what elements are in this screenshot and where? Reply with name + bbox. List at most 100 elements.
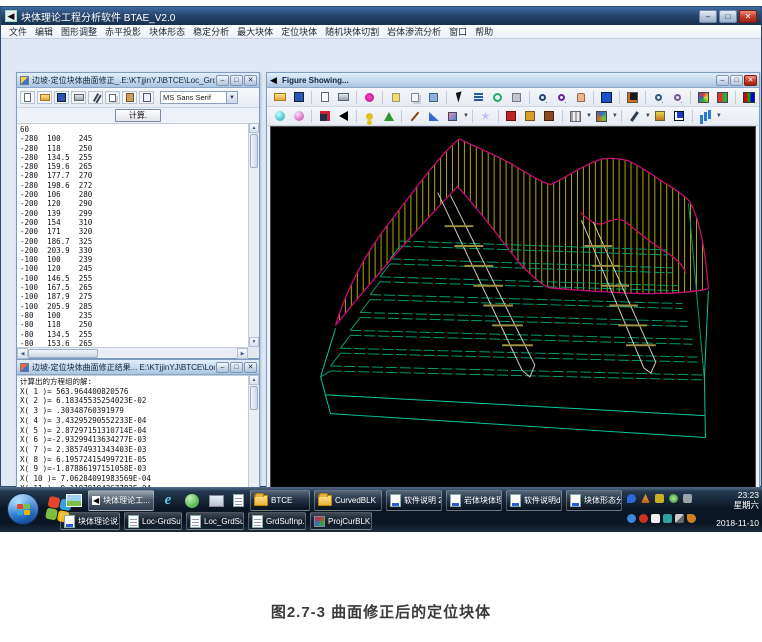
fill-icon[interactable] bbox=[652, 109, 669, 124]
zoom-dynamic-icon[interactable] bbox=[553, 90, 570, 105]
graphics-tray-icon[interactable] bbox=[641, 494, 650, 503]
scroll-down-icon[interactable]: ▼ bbox=[249, 337, 259, 347]
pattern-icon[interactable] bbox=[593, 109, 610, 124]
panel-icon[interactable] bbox=[425, 90, 442, 105]
copy-icon[interactable] bbox=[105, 91, 120, 104]
scroll-up-icon[interactable]: ▲ bbox=[249, 375, 259, 385]
scroll-right-icon[interactable]: ▶ bbox=[237, 348, 248, 359]
task-doc-4[interactable]: 块体形态分... bbox=[566, 490, 622, 511]
zoom-out-icon[interactable] bbox=[669, 90, 686, 105]
blue-doc-icon[interactable] bbox=[671, 109, 688, 124]
security-shield-icon[interactable] bbox=[627, 494, 636, 503]
rgb-icon[interactable] bbox=[740, 90, 757, 105]
results-text-area[interactable]: 计算出的方程组的解: X( 1 )= 563.964400820576 X( 2… bbox=[17, 375, 248, 504]
box-gold-icon[interactable] bbox=[522, 109, 539, 124]
results-titlebar[interactable]: 边坡-定位块体曲面修正结果... E:\KTjjinYJ\BTCE\Loc_Gr… bbox=[17, 360, 259, 375]
zoom-window-icon[interactable] bbox=[534, 90, 551, 105]
grid-icon[interactable] bbox=[567, 109, 584, 124]
pattern-dropdown-icon[interactable]: ▼ bbox=[612, 113, 618, 119]
editor-maximize-button[interactable]: □ bbox=[230, 75, 243, 86]
main-titlebar[interactable]: ◀ 块体理论工程分析软件 BTAE_V2.0 – □ ✕ bbox=[1, 7, 761, 25]
ie-icon[interactable]: e bbox=[158, 491, 178, 510]
editor-minimize-button[interactable]: – bbox=[216, 75, 229, 86]
menu-edit[interactable]: 编辑 bbox=[31, 25, 57, 38]
open-icon[interactable] bbox=[271, 90, 288, 105]
update-tray-icon[interactable] bbox=[627, 514, 636, 523]
menu-stereographic[interactable]: 赤平投影 bbox=[101, 25, 145, 38]
close-button[interactable]: ✕ bbox=[739, 10, 757, 23]
brush-icon[interactable] bbox=[626, 109, 643, 124]
display-tray-icon[interactable] bbox=[683, 494, 692, 503]
volume-icon[interactable] bbox=[655, 494, 664, 503]
figure-minimize-button[interactable]: – bbox=[716, 75, 729, 86]
select-arrow-icon[interactable] bbox=[451, 90, 468, 105]
clock-date[interactable]: 2018-11-10 bbox=[695, 518, 759, 528]
person-icon[interactable] bbox=[361, 109, 378, 124]
copy-page-icon[interactable] bbox=[387, 90, 404, 105]
cut-icon[interactable] bbox=[88, 91, 103, 104]
figure-canvas[interactable] bbox=[270, 126, 756, 497]
editor-hscrollbar[interactable]: ◀ ▶ bbox=[17, 347, 248, 358]
pan-icon[interactable] bbox=[470, 90, 487, 105]
font-icon[interactable] bbox=[139, 91, 154, 104]
task-doc-2[interactable]: 岩体块体理... bbox=[446, 490, 502, 511]
calculate-button[interactable]: 计算. bbox=[115, 109, 161, 122]
minimize-button[interactable]: – bbox=[699, 10, 717, 23]
open-file-icon[interactable] bbox=[37, 91, 52, 104]
coin-tray-icon[interactable] bbox=[669, 494, 678, 503]
scroll-left-icon[interactable]: ◀ bbox=[17, 348, 28, 359]
task-folder-btce[interactable]: BTCE bbox=[250, 490, 310, 511]
menu-window[interactable]: 窗口 bbox=[445, 25, 471, 38]
figure-maximize-button[interactable]: □ bbox=[730, 75, 743, 86]
menu-random-block-cut[interactable]: 随机块体切割 bbox=[321, 25, 383, 38]
paint-icon[interactable] bbox=[444, 109, 461, 124]
print-icon[interactable] bbox=[335, 90, 352, 105]
start-button[interactable] bbox=[7, 493, 39, 525]
new-file-icon[interactable] bbox=[20, 91, 35, 104]
editor-hscroll-thumb[interactable] bbox=[28, 349, 98, 358]
box-select-icon[interactable] bbox=[508, 90, 525, 105]
grid-dropdown-icon[interactable]: ▼ bbox=[586, 113, 592, 119]
pages-icon[interactable] bbox=[406, 90, 423, 105]
input-method-icon[interactable] bbox=[675, 514, 684, 523]
brush-dropdown-icon[interactable]: ▼ bbox=[645, 113, 651, 119]
doc-tray-icon[interactable] bbox=[651, 514, 660, 523]
chart-icon[interactable] bbox=[697, 109, 714, 124]
box-brown-icon[interactable] bbox=[541, 109, 558, 124]
menu-file[interactable]: 文件 bbox=[5, 25, 31, 38]
photo-viewer-icon[interactable] bbox=[206, 491, 226, 510]
editor-vscroll-thumb[interactable] bbox=[250, 134, 258, 168]
alert-tray-icon[interactable] bbox=[639, 514, 648, 523]
font-dropdown-icon[interactable]: ▼ bbox=[226, 92, 237, 103]
save-icon[interactable] bbox=[290, 90, 307, 105]
paste-icon[interactable] bbox=[122, 91, 137, 104]
paint-dropdown-icon[interactable]: ▼ bbox=[463, 113, 469, 119]
figure-titlebar[interactable]: ◀ Figure Showing... – □ ✕ bbox=[267, 73, 759, 88]
green-e-icon[interactable] bbox=[182, 491, 202, 510]
ruler-icon[interactable] bbox=[425, 109, 442, 124]
texture-icon[interactable] bbox=[695, 90, 712, 105]
menu-stability[interactable]: 稳定分析 bbox=[189, 25, 233, 38]
menu-graph-adjust[interactable]: 图形调整 bbox=[57, 25, 101, 38]
lambda-icon[interactable] bbox=[380, 109, 397, 124]
editor-close-button[interactable]: ✕ bbox=[244, 75, 257, 86]
results-close-button[interactable]: ✕ bbox=[244, 362, 257, 373]
menu-max-block[interactable]: 最大块体 bbox=[233, 25, 277, 38]
task2-doc[interactable]: 块体理论说... bbox=[60, 512, 120, 530]
sphere-cyan-icon[interactable] bbox=[271, 109, 288, 124]
sphere-pink-icon[interactable] bbox=[290, 109, 307, 124]
hand-icon[interactable] bbox=[572, 90, 589, 105]
figure-close-button[interactable]: ✕ bbox=[744, 75, 757, 86]
menu-help[interactable]: 帮助 bbox=[471, 25, 497, 38]
task-folder-curvedblk[interactable]: CurvedBLK bbox=[314, 490, 382, 511]
notepad-app-icon[interactable] bbox=[228, 491, 248, 510]
results-vscroll-thumb[interactable] bbox=[250, 386, 258, 410]
results-minimize-button[interactable]: – bbox=[216, 362, 229, 373]
new-page-icon[interactable] bbox=[316, 90, 333, 105]
editor-text-area[interactable]: 60 -280 100 245 -280 118 250 -280 134.5 … bbox=[17, 123, 248, 347]
task2-loc-grdsuf1[interactable]: Loc-GrdSuf... bbox=[124, 512, 182, 530]
save-file-icon[interactable] bbox=[54, 91, 69, 104]
menu-seepage[interactable]: 岩体渗流分析 bbox=[383, 25, 445, 38]
results-vscrollbar[interactable]: ▲ ▼ bbox=[248, 375, 259, 504]
box-red-icon[interactable] bbox=[503, 109, 520, 124]
